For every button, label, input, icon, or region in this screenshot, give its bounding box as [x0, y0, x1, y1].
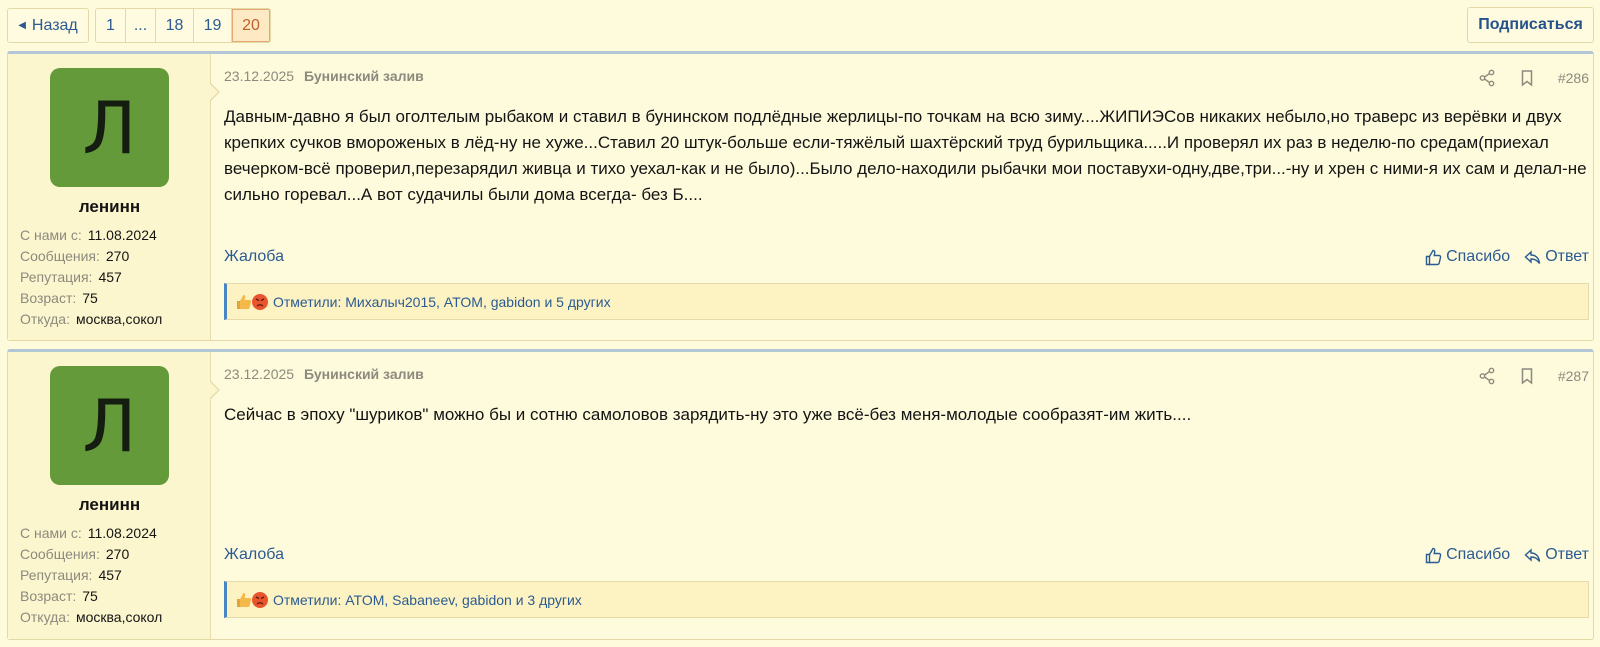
- post-header: 23.12.2025 Бунинский залив #287: [224, 366, 1589, 386]
- angry-reaction-icon: [252, 591, 268, 608]
- stat-location: Откуда: москва,сокол: [20, 609, 163, 625]
- reactions-list[interactable]: Отметили: ATOM, Sabaneev, gabidon и 3 др…: [273, 592, 582, 608]
- stat-messages: Сообщения: 270: [20, 248, 130, 264]
- post: Л ленинн С нами с: 11.08.2024 Сообщения: 2…: [7, 51, 1594, 341]
- post-date[interactable]: 23.12.2025: [224, 68, 294, 84]
- reactions-list[interactable]: Отметили: Михалыч2015, ATOM, gabidon и 5…: [273, 294, 611, 310]
- page-link-current[interactable]: 20: [232, 9, 270, 42]
- reply-label: Ответ: [1545, 248, 1589, 265]
- share-icon[interactable]: [1478, 69, 1496, 87]
- user-stats: С нами с: 11.08.2024 Сообщения: 270 Репута…: [20, 523, 210, 628]
- post-body: Сейчас в эпоху "шуриков" можно бы и сотн…: [224, 405, 1192, 424]
- avatar-letter: Л: [82, 85, 137, 170]
- reaction-icons: [235, 591, 269, 609]
- reply-button[interactable]: Ответ: [1524, 546, 1589, 564]
- thumbs-up-icon: [1425, 249, 1442, 265]
- reactions-bar: Отметили: Михалыч2015, ATOM, gabidon и 5…: [224, 283, 1589, 320]
- bookmark-icon[interactable]: [1518, 367, 1536, 385]
- bookmark-icon[interactable]: [1518, 69, 1536, 87]
- reply-label: Ответ: [1545, 546, 1589, 563]
- post-actions-right: Спасибо Ответ: [1411, 546, 1589, 564]
- page-link-18[interactable]: 18: [156, 9, 194, 42]
- reply-button[interactable]: Ответ: [1524, 248, 1589, 266]
- stat-joined: С нами с: 11.08.2024: [20, 525, 157, 541]
- post: Л ленинн С нами с: 11.08.2024 Сообщения: 2…: [7, 349, 1594, 640]
- page-link-1[interactable]: 1: [96, 9, 126, 42]
- post-header-tools: #286: [1456, 68, 1589, 88]
- angry-reaction-icon: [252, 293, 268, 310]
- back-button-label: Назад: [31, 16, 78, 34]
- stat-messages: Сообщения: 270: [20, 546, 130, 562]
- avatar[interactable]: Л: [50, 366, 169, 485]
- page-link-19[interactable]: 19: [194, 9, 232, 42]
- back-button[interactable]: ◀ Назад: [7, 8, 89, 43]
- stat-age: Возраст: 75: [20, 290, 98, 306]
- caret-left-icon: ◀: [18, 20, 26, 31]
- thanks-button[interactable]: Спасибо: [1425, 546, 1510, 564]
- top-navigation: ◀ Назад 1 ... 18 19 20 Подписаться: [0, 0, 1600, 50]
- subscribe-button[interactable]: Подписаться: [1467, 7, 1594, 43]
- reply-icon: [1524, 249, 1541, 264]
- page-ellipsis[interactable]: ...: [126, 9, 156, 42]
- post-forum[interactable]: Бунинский залив: [304, 68, 424, 84]
- post-number[interactable]: #286: [1558, 70, 1589, 86]
- thanks-label: Спасибо: [1446, 546, 1511, 563]
- report-link[interactable]: Жалоба: [224, 546, 284, 564]
- post-actions-right: Спасибо Ответ: [1411, 248, 1589, 266]
- share-icon[interactable]: [1478, 367, 1496, 385]
- stat-reputation: Репутация: 457: [20, 567, 122, 583]
- thumbs-up-icon: [1425, 547, 1442, 563]
- speech-arrow: [209, 380, 220, 400]
- post-body: Давным-давно я был оголтелым рыбаком и с…: [224, 107, 1587, 204]
- username[interactable]: ленинн: [8, 197, 211, 217]
- post-actions: Жалоба Спасибо Ответ: [224, 546, 1589, 568]
- post-actions: Жалоба Спасибо Ответ: [224, 248, 1589, 270]
- post-header-tools: #287: [1456, 366, 1589, 386]
- thanks-label: Спасибо: [1446, 248, 1511, 265]
- post-date[interactable]: 23.12.2025: [224, 366, 294, 382]
- stat-age: Возраст: 75: [20, 588, 98, 604]
- thanks-button[interactable]: Спасибо: [1425, 248, 1510, 266]
- user-info-panel: Л ленинн С нами с: 11.08.2024 Сообщения: 2…: [8, 352, 211, 639]
- reactions-bar: Отметили: ATOM, Sabaneev, gabidon и 3 др…: [224, 581, 1589, 618]
- speech-arrow: [209, 82, 220, 102]
- user-info-panel: Л ленинн С нами с: 11.08.2024 Сообщения: 2…: [8, 54, 211, 340]
- post-forum[interactable]: Бунинский залив: [304, 366, 424, 382]
- stat-location: Откуда: москва,сокол: [20, 311, 163, 327]
- stat-reputation: Репутация: 457: [20, 269, 122, 285]
- pagination: 1 ... 18 19 20: [95, 8, 271, 43]
- reply-icon: [1524, 547, 1541, 562]
- username[interactable]: ленинн: [8, 495, 211, 515]
- reaction-icons: [235, 293, 269, 311]
- stat-joined: С нами с: 11.08.2024: [20, 227, 157, 243]
- avatar-letter: Л: [82, 383, 137, 468]
- post-header: 23.12.2025 Бунинский залив #286: [224, 68, 1589, 88]
- post-number[interactable]: #287: [1558, 368, 1589, 384]
- avatar[interactable]: Л: [50, 68, 169, 187]
- report-link[interactable]: Жалоба: [224, 248, 284, 266]
- user-stats: С нами с: 11.08.2024 Сообщения: 270 Репута…: [20, 225, 210, 330]
